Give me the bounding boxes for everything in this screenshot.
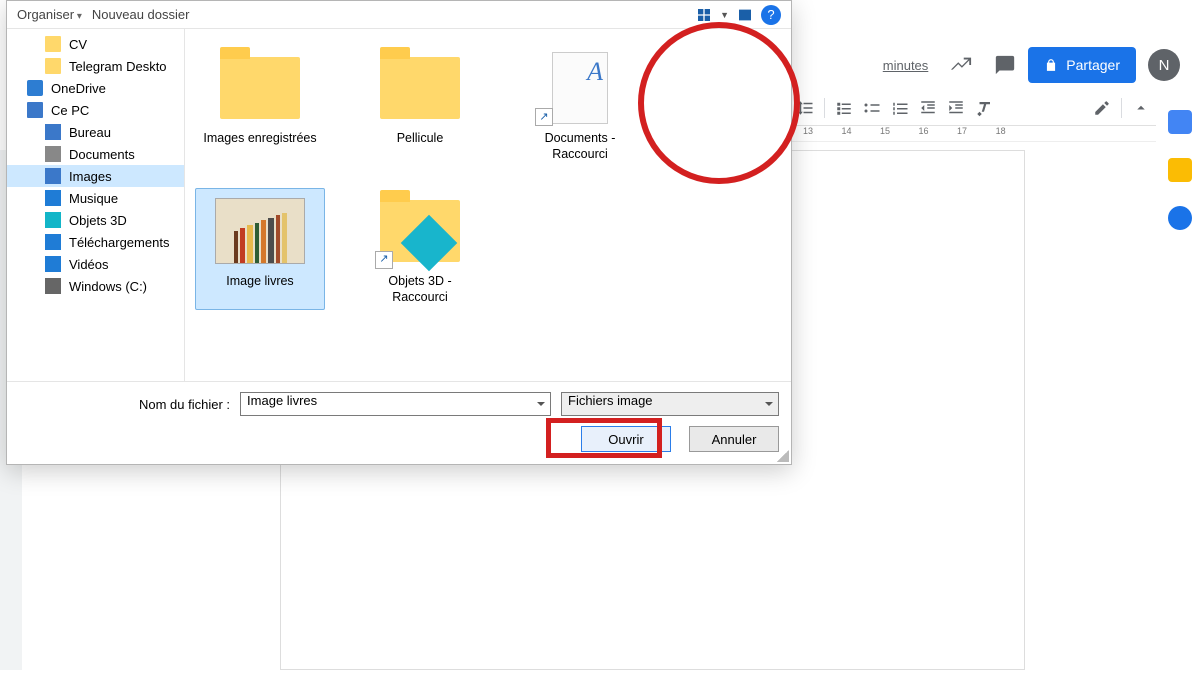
sidebar-item[interactable]: Documents	[7, 143, 184, 165]
file-item[interactable]: Images enregistrées	[195, 45, 325, 168]
sidebar-item[interactable]: Windows (C:)	[7, 275, 184, 297]
sidebar-item[interactable]: Musique	[7, 187, 184, 209]
file-thumbnail	[215, 193, 305, 269]
onedrive-icon	[27, 80, 43, 96]
sidebar-item-label: Windows (C:)	[69, 279, 147, 294]
folder-y-icon	[45, 58, 61, 74]
sidebar-item-label: Téléchargements	[69, 235, 169, 250]
share-button[interactable]: Partager	[1028, 47, 1136, 83]
dl-icon	[45, 234, 61, 250]
sidebar-item-label: Images	[69, 169, 112, 184]
calendar-app-icon[interactable]	[1168, 110, 1192, 134]
folder-y-icon	[45, 36, 61, 52]
clear-format-icon[interactable]	[975, 99, 993, 117]
sidebar-item-label: Documents	[69, 147, 135, 162]
open-button[interactable]: Ouvrir	[581, 426, 671, 452]
gdocs-side-apps	[1168, 110, 1192, 230]
sidebar-item-label: Telegram Deskto	[69, 59, 167, 74]
file-item[interactable]: Pellicule	[355, 45, 485, 168]
file-thumbnail	[375, 50, 465, 126]
sidebar-item-label: Bureau	[69, 125, 111, 140]
last-edit-text[interactable]: minutes	[883, 58, 929, 73]
cancel-button[interactable]: Annuler	[689, 426, 779, 452]
line-spacing-icon[interactable]	[796, 99, 814, 117]
checklist-icon[interactable]	[835, 99, 853, 117]
organize-menu[interactable]: Organiser	[17, 7, 82, 22]
dialog-sidebar-tree[interactable]: CV Telegram Deskto OneDrive Ce PC Bureau Docu…	[7, 29, 185, 381]
numbered-list-icon[interactable]	[891, 99, 909, 117]
sidebar-item[interactable]: Bureau	[7, 121, 184, 143]
trend-icon[interactable]	[950, 54, 972, 76]
new-folder-button[interactable]: Nouveau dossier	[92, 7, 190, 22]
sidebar-item[interactable]: CV	[7, 33, 184, 55]
sidebar-item-label: OneDrive	[51, 81, 106, 96]
sidebar-item[interactable]: Telegram Deskto	[7, 55, 184, 77]
comment-icon[interactable]	[994, 54, 1016, 76]
file-item[interactable]: Image livres	[195, 188, 325, 311]
file-thumbnail: ↗	[375, 193, 465, 269]
sidebar-item-label: Ce PC	[51, 103, 89, 118]
file-item-label: Pellicule	[397, 130, 444, 146]
pen-icon[interactable]	[1093, 99, 1111, 117]
sidebar-item-label: Musique	[69, 191, 118, 206]
gdocs-format-toolbar	[790, 90, 1156, 126]
help-icon[interactable]: ?	[761, 5, 781, 25]
file-thumbnail: ↗	[535, 50, 625, 126]
indent-increase-icon[interactable]	[947, 99, 965, 117]
toolbar-separator	[824, 98, 825, 118]
chevron-down-icon[interactable]: ▼	[720, 10, 729, 20]
file-item[interactable]: ↗ Documents - Raccourci	[515, 45, 645, 168]
file-open-dialog: Organiser Nouveau dossier ▼ ? CV Telegram…	[6, 0, 792, 465]
view-mode-icon[interactable]	[694, 5, 714, 25]
mus-icon	[45, 190, 61, 206]
filetype-select[interactable]: Fichiers image	[561, 392, 779, 416]
filename-input[interactable]: Image livres	[240, 392, 551, 416]
file-thumbnail	[215, 50, 305, 126]
tasks-app-icon[interactable]	[1168, 206, 1192, 230]
sidebar-item[interactable]: Téléchargements	[7, 231, 184, 253]
dialog-file-list[interactable]: Images enregistrées Pellicule ↗ Documents -…	[185, 29, 791, 381]
filename-label: Nom du fichier :	[139, 397, 230, 412]
keep-app-icon[interactable]	[1168, 158, 1192, 182]
doc-icon	[45, 146, 61, 162]
sidebar-item[interactable]: Vidéos	[7, 253, 184, 275]
dialog-toolbar: Organiser Nouveau dossier ▼ ?	[7, 1, 791, 29]
file-item[interactable]: ↗ Objets 3D - Raccourci	[355, 188, 485, 311]
sidebar-item-label: Vidéos	[69, 257, 109, 272]
desk-icon	[45, 124, 61, 140]
bullet-list-icon[interactable]	[863, 99, 881, 117]
toolbar-separator	[1121, 98, 1122, 118]
sidebar-item[interactable]: Objets 3D	[7, 209, 184, 231]
vid-icon	[45, 256, 61, 272]
gdocs-ruler: 13 14 15 16 17 18	[790, 126, 1156, 142]
file-item-label: Images enregistrées	[203, 130, 316, 146]
drive-icon	[45, 278, 61, 294]
obj-icon	[45, 212, 61, 228]
indent-decrease-icon[interactable]	[919, 99, 937, 117]
file-item-label: Objets 3D - Raccourci	[360, 273, 480, 306]
img-icon	[45, 168, 61, 184]
file-item-label: Documents - Raccourci	[520, 130, 640, 163]
gdocs-action-icons	[950, 54, 1016, 76]
share-button-label: Partager	[1066, 57, 1120, 73]
chevron-up-icon[interactable]	[1132, 99, 1150, 117]
user-avatar[interactable]: N	[1148, 49, 1180, 81]
sidebar-item[interactable]: OneDrive	[7, 77, 184, 99]
preview-pane-icon[interactable]	[735, 5, 755, 25]
lock-icon	[1044, 58, 1058, 72]
dialog-bottom-bar: Nom du fichier : Image livres Fichiers i…	[7, 381, 791, 464]
sidebar-item-label: Objets 3D	[69, 213, 127, 228]
sidebar-item-label: CV	[69, 37, 87, 52]
file-item-label: Image livres	[226, 273, 293, 289]
sidebar-item[interactable]: Ce PC	[7, 99, 184, 121]
pc-icon	[27, 102, 43, 118]
sidebar-item[interactable]: Images	[7, 165, 184, 187]
resize-grip[interactable]	[777, 450, 789, 462]
